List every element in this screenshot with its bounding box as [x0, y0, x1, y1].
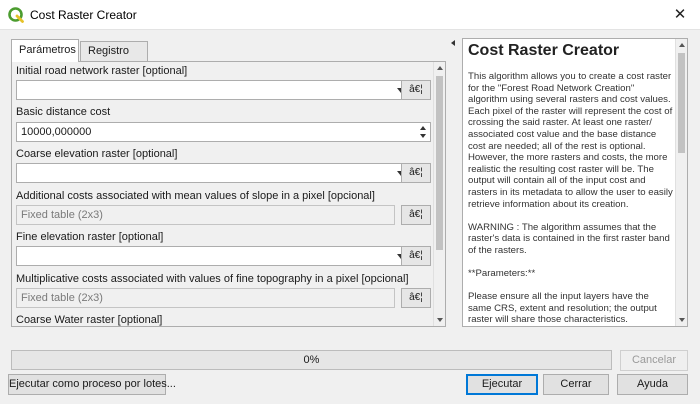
coarse-water-label: Coarse Water raster [optional] — [16, 314, 163, 326]
help-description: This algorithm allows you to create a co… — [468, 71, 673, 210]
coarse-elevation-browse-button[interactable]: â€¦ — [401, 163, 431, 183]
help-scrollbar[interactable] — [675, 39, 687, 326]
close-icon[interactable]: ✕ — [670, 5, 690, 25]
title-bar: Cost Raster Creator ✕ — [0, 0, 700, 30]
scroll-up-icon[interactable] — [437, 66, 443, 70]
initial-road-network-browse-button[interactable]: â€¦ — [401, 80, 431, 100]
run-button[interactable]: Ejecutar — [466, 374, 538, 395]
fine-topography-costs-table-field[interactable]: Fixed table (2x3) — [16, 288, 395, 308]
fine-elevation-browse-button[interactable]: â€¦ — [401, 246, 431, 266]
tab-registro[interactable]: Registro — [80, 41, 148, 61]
help-parameters-heading: **Parameters:** — [468, 268, 536, 280]
parameters-scrollbar[interactable] — [433, 62, 445, 326]
fine-elevation-label: Fine elevation raster [optional] — [16, 231, 164, 243]
help-warning: WARNING : The algorithm assumes that the… — [468, 221, 670, 256]
basic-distance-cost-label: Basic distance cost — [16, 106, 111, 118]
help-parameters-note: Please ensure all the input layers have … — [468, 291, 657, 326]
scroll-down-icon[interactable] — [679, 318, 685, 322]
fine-elevation-combo[interactable] — [16, 246, 410, 266]
fine-topography-costs-label: Multiplicative costs associated with val… — [16, 273, 409, 285]
slope-costs-edit-button[interactable]: â€¦ — [401, 205, 431, 225]
scroll-down-icon[interactable] — [437, 318, 443, 322]
spin-arrows-icon[interactable] — [418, 124, 429, 140]
fine-topography-costs-edit-button[interactable]: â€¦ — [401, 288, 431, 308]
qgis-logo-icon — [8, 7, 24, 23]
initial-road-network-combo[interactable] — [16, 80, 410, 100]
cancel-button[interactable]: Cancelar — [620, 350, 688, 371]
batch-process-button[interactable]: Ejecutar como proceso por lotes... — [8, 374, 176, 395]
basic-distance-cost-input[interactable]: 10000,000000 — [16, 122, 431, 142]
basic-distance-cost-value: 10000,000000 — [21, 126, 92, 138]
collapse-left-icon[interactable] — [451, 40, 455, 46]
scrollbar-thumb[interactable] — [678, 53, 685, 153]
window-title: Cost Raster Creator — [30, 8, 137, 22]
help-body: This algorithm allows you to create a co… — [468, 71, 674, 326]
progress-text: 0% — [303, 354, 320, 366]
close-button[interactable]: Cerrar — [543, 374, 609, 395]
slope-costs-table-field[interactable]: Fixed table (2x3) — [16, 205, 395, 225]
coarse-elevation-combo[interactable] — [16, 163, 410, 183]
help-button[interactable]: Ayuda — [617, 374, 688, 395]
progress-bar: 0% — [11, 350, 612, 370]
help-panel: Cost Raster Creator This algorithm allow… — [462, 38, 688, 327]
slope-costs-label: Additional costs associated with mean va… — [16, 190, 375, 202]
initial-road-network-label: Initial road network raster [optional] — [16, 65, 188, 77]
scroll-up-icon[interactable] — [679, 43, 685, 47]
tab-parametros[interactable]: Parámetros — [11, 39, 79, 62]
help-title: Cost Raster Creator — [468, 42, 620, 59]
parameters-panel: Initial road network raster [optional] â… — [11, 61, 446, 327]
coarse-elevation-label: Coarse elevation raster [optional] — [16, 148, 178, 160]
scrollbar-thumb[interactable] — [436, 76, 443, 250]
